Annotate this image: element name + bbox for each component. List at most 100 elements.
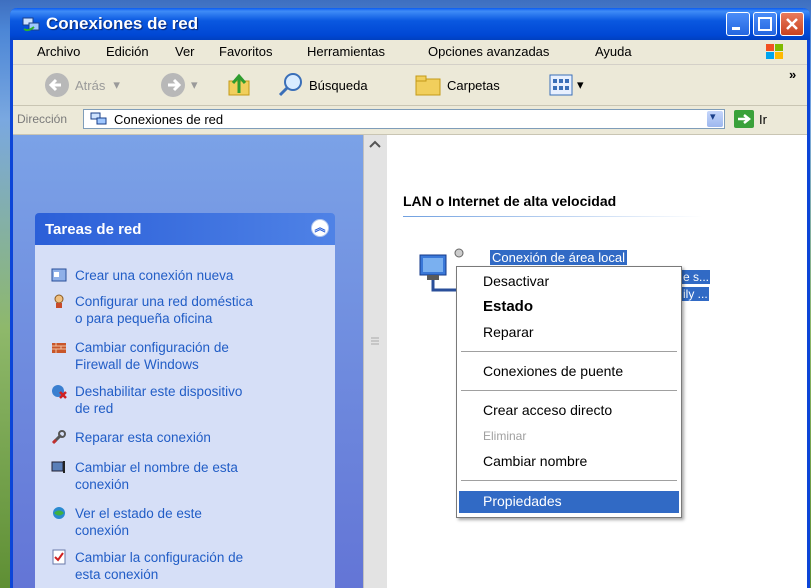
task-label-line2: de red (75, 401, 114, 416)
rename-icon (51, 461, 65, 473)
toolbar: Atrás ▾ ▾ Búsqueda Carpetas ▾ » (13, 65, 807, 106)
folders-icon (415, 75, 441, 96)
search-button[interactable]: Búsqueda (277, 71, 368, 99)
menu-item-status[interactable]: Estado (483, 298, 533, 315)
window-title: Conexiones de red (46, 14, 199, 33)
go-arrow-icon (734, 110, 754, 128)
menu-favoritos[interactable]: Favoritos (219, 44, 272, 59)
search-label: Búsqueda (309, 77, 368, 93)
collapse-icon[interactable]: ︽ (311, 219, 329, 237)
menu-opciones-avanzadas[interactable]: Opciones avanzadas (428, 44, 549, 59)
task-view-status[interactable]: Ver el estado de este conexión (53, 505, 305, 539)
task-repair-connection[interactable]: Reparar esta conexión (51, 429, 305, 446)
up-folder-icon (228, 73, 250, 96)
menu-bar: Archivo Edición Ver Favoritos Herramient… (13, 40, 807, 65)
content-area: Tareas de red ︽ Crear una conexión nueva… (13, 135, 807, 588)
network-connections-icon (22, 17, 40, 32)
back-arrow-icon (45, 73, 69, 97)
scroll-up-arrow-icon[interactable] (368, 139, 382, 149)
maximize-button[interactable] (753, 12, 777, 36)
task-home-network[interactable]: Configurar una red doméstica o para pequ… (54, 293, 305, 327)
menu-archivo[interactable]: Archivo (37, 44, 80, 59)
address-bar: Dirección Conexiones de red ▾ Ir (13, 106, 807, 135)
task-label-line2: Firewall de Windows (75, 357, 199, 372)
back-button[interactable]: Atrás ▾ (43, 71, 120, 99)
task-label: Cambiar el nombre de esta (75, 460, 238, 475)
menu-item-repair[interactable]: Reparar (483, 324, 534, 340)
network-tasks-title: Tareas de red (45, 221, 142, 238)
forward-button[interactable]: ▾ (159, 71, 198, 99)
task-create-connection[interactable]: Crear una conexión nueva (51, 267, 305, 284)
new-connection-icon (51, 268, 67, 282)
task-label: Ver el estado de este (75, 506, 202, 521)
menu-item-bridge[interactable]: Conexiones de puente (483, 363, 623, 379)
chevron-down-icon: ▾ (113, 77, 120, 92)
group-divider (403, 216, 703, 217)
forward-arrow-icon (161, 73, 185, 97)
status-globe-icon (53, 507, 65, 519)
network-tasks-header[interactable]: Tareas de red ︽ (35, 213, 335, 245)
chevron-down-icon: ▾ (577, 77, 584, 92)
menu-item-rename[interactable]: Cambiar nombre (483, 453, 587, 469)
home-network-icon (54, 294, 64, 308)
network-connections-icon (90, 112, 107, 125)
menu-edicion[interactable]: Edición (106, 44, 149, 59)
task-label: Reparar esta conexión (75, 430, 211, 445)
task-label: Cambiar la configuración de (75, 550, 244, 565)
back-label: Atrás (75, 77, 106, 93)
task-pane: Tareas de red ︽ Crear una conexión nueva… (13, 135, 363, 588)
menu-item-create-shortcut[interactable]: Crear acceso directo (483, 402, 612, 418)
minimize-button[interactable] (726, 12, 750, 36)
chevron-down-icon: ▾ (710, 111, 716, 123)
menu-separator (461, 390, 677, 391)
menu-ver[interactable]: Ver (175, 44, 195, 59)
toolbar-overflow-chevron[interactable]: » (789, 67, 796, 82)
menu-item-disable[interactable]: Desactivar (483, 273, 549, 289)
pane-splitter-scrollbar[interactable] (363, 135, 388, 588)
task-label: Crear una conexión nueva (75, 268, 234, 283)
menu-item-delete: Eliminar (483, 429, 527, 443)
close-icon (786, 18, 798, 30)
connection-name[interactable]: Conexión de área local (490, 250, 627, 265)
task-label: Cambiar configuración de (75, 340, 229, 355)
connection-device-fragment: ily ... (682, 287, 709, 301)
task-firewall-settings[interactable]: Cambiar configuración de Firewall de Win… (52, 339, 305, 373)
maximize-icon (758, 17, 772, 31)
context-menu: Desactivar Estado Reparar Conexiones de … (456, 266, 682, 518)
address-dropdown-button[interactable]: ▾ (707, 111, 723, 127)
task-label: Configurar una red doméstica (75, 294, 253, 309)
go-button[interactable]: Ir (733, 109, 767, 129)
group-header: LAN o Internet de alta velocidad (403, 193, 617, 209)
task-label-line2: o para pequeña oficina (75, 311, 213, 326)
minimize-icon (732, 27, 740, 30)
close-button[interactable] (780, 12, 804, 36)
disable-device-icon (52, 385, 67, 399)
go-label: Ir (759, 111, 767, 127)
task-label-line2: esta conexión (75, 567, 159, 582)
address-value: Conexiones de red (114, 112, 224, 127)
up-folder-button[interactable] (225, 71, 253, 99)
address-input[interactable]: Conexiones de red ▾ (83, 109, 725, 129)
title-bar[interactable]: Conexiones de red (10, 8, 810, 40)
menu-ayuda[interactable]: Ayuda (595, 44, 632, 59)
menu-separator (461, 351, 677, 352)
folders-label: Carpetas (447, 77, 500, 93)
menu-herramientas[interactable]: Herramientas (307, 44, 385, 59)
windows-logo-icon (766, 44, 783, 59)
folders-button[interactable]: Carpetas (413, 71, 500, 99)
task-change-settings[interactable]: Cambiar la configuración de esta conexió… (52, 549, 305, 583)
task-label-line2: conexión (75, 523, 130, 538)
task-label-line2: conexión (75, 477, 130, 492)
menu-separator (461, 480, 677, 481)
views-button[interactable]: ▾ (547, 71, 584, 99)
chevron-down-icon: ▾ (191, 77, 198, 92)
wrench-icon (51, 430, 66, 445)
connection-status-fragment: e s... (682, 270, 711, 284)
menu-item-properties[interactable]: Propiedades (483, 493, 562, 509)
network-tasks-body: Crear una conexión nueva Configurar una … (35, 245, 335, 588)
firewall-icon (52, 343, 66, 353)
views-grid-icon (549, 74, 573, 96)
search-icon (278, 73, 302, 97)
task-disable-device[interactable]: Deshabilitar este dispositivo de red (52, 383, 305, 417)
task-rename-connection[interactable]: Cambiar el nombre de esta conexión (51, 459, 305, 493)
